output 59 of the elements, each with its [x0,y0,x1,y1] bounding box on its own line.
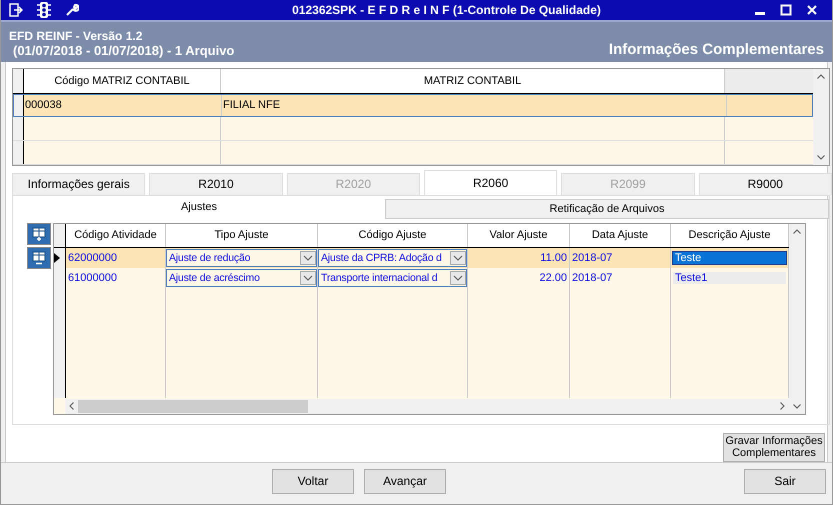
column-header[interactable]: Data Ajuste [570,224,671,247]
column-header[interactable]: Tipo Ajuste [166,224,318,247]
table-cell: 000038 [24,94,222,116]
row-pointer-icon [54,252,60,263]
table-cell: FILIAL NFE [222,94,727,116]
scroll-up-icon[interactable] [793,228,801,234]
vertical-scrollbar[interactable] [813,68,829,165]
wrench-icon[interactable] [65,3,79,18]
save-button[interactable]: Gravar Informações Complementares [723,432,825,462]
scroll-down-icon[interactable] [817,154,825,160]
table-row[interactable]: 62000000 Ajuste de redução Ajuste da CPRB: Adoção d 11.00 2018-07 Teste [54,248,789,268]
nav-button[interactable]: Avançar [364,468,446,494]
tab[interactable]: R9000 [698,172,832,195]
exit-button[interactable]: Sair [744,468,826,494]
chevron-down-icon [300,250,316,265]
chevron-down-icon [450,250,466,265]
remove-row-button[interactable] [27,246,51,269]
table-add-icon [31,226,47,242]
window-title: 012362SPK - E F D R e I N F (1-Controle De Qualidade) [291,3,602,18]
text-field[interactable]: Teste1 [673,272,786,284]
table-cell-text: 2018-07 [571,252,614,264]
scroll-up-icon[interactable] [817,74,825,79]
page-title: Informações Complementares [608,40,824,58]
column-header[interactable]: Código MATRIZ CONTABIL [24,68,221,93]
table-row[interactable]: 000038 FILIAL NFE [13,94,813,118]
maximize-icon[interactable] [780,4,792,16]
column-header[interactable]: Valor Ajuste [468,224,570,247]
add-row-button[interactable] [27,222,51,245]
close-icon[interactable] [806,4,818,16]
dropdown[interactable]: Ajuste da CPRB: Adoção d [318,248,467,267]
table-cell-text: 61000000 [67,272,118,284]
traffic-light-icon[interactable] [37,2,51,18]
export-icon[interactable] [9,3,23,18]
column-header[interactable]: Código Ajuste [318,224,468,247]
text-field[interactable]: Teste [673,252,786,264]
nav-button[interactable]: Voltar [272,468,354,494]
chevron-down-icon [450,270,466,285]
period-text: (01/07/2018 - 01/07/2018) - 1 Arquivo [12,42,234,58]
column-header[interactable]: Código Atividade [66,224,166,247]
app-version: EFD REINF - Versão 1.2 [9,28,144,43]
tab[interactable]: R2060 [424,170,558,195]
horizontal-scrollbar[interactable] [65,398,789,414]
table-cell-text: 11.00 [539,252,568,264]
scroll-right-icon[interactable] [780,402,785,410]
tab[interactable]: R2010 [149,172,283,195]
tab[interactable]: Retificação de Arquivos [385,198,829,219]
vertical-scrollbar[interactable] [789,224,805,414]
table-row[interactable]: 61000000 Ajuste de acréscimo Transporte internacional d 22.00 2018-07 Teste1 [54,268,789,288]
dropdown[interactable]: Ajuste de acréscimo [166,268,317,287]
dropdown[interactable]: Ajuste de redução [166,248,317,267]
chevron-down-icon [300,270,316,285]
scroll-down-icon[interactable] [793,404,801,409]
dropdown[interactable]: Transporte internacional d [318,268,467,287]
table-remove-icon [31,250,47,266]
table-cell-text: 2018-07 [571,272,614,284]
table-cell-text: 22.00 [538,272,568,284]
scroll-left-icon[interactable] [69,402,74,410]
tab[interactable]: Informações gerais [12,172,146,195]
table-cell-text: 62000000 [67,252,118,264]
